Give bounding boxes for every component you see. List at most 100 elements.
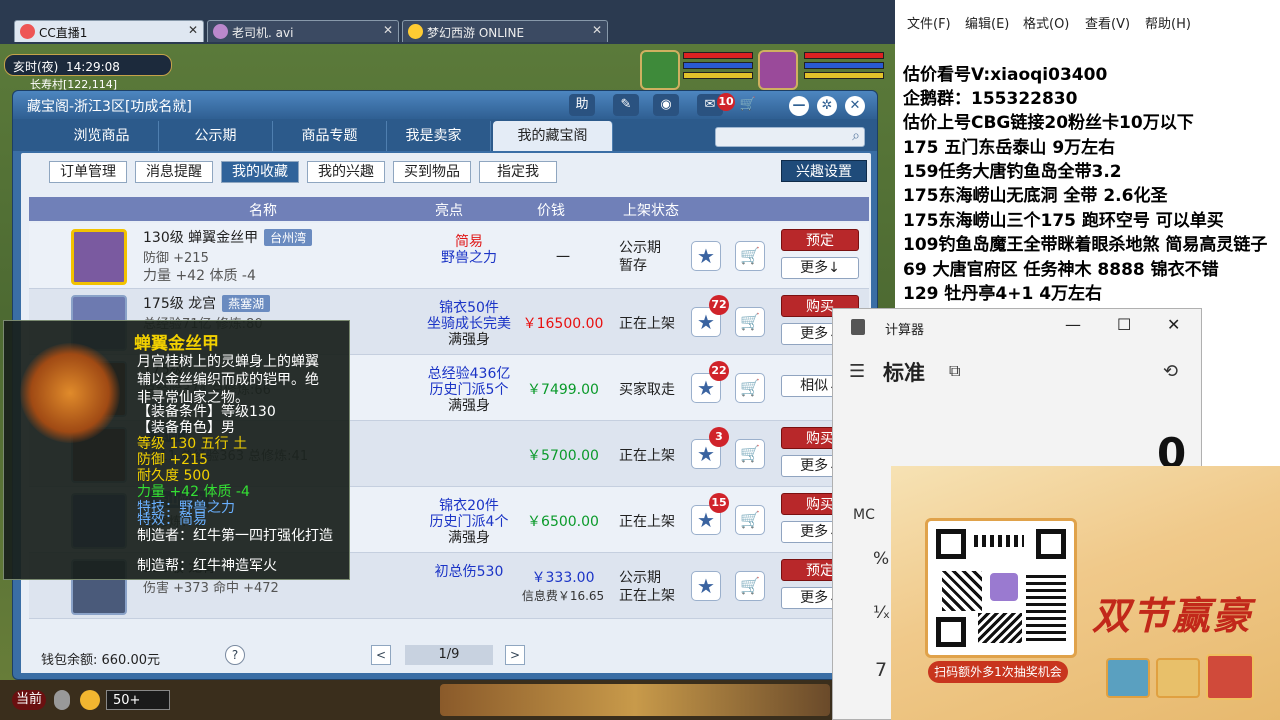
window-title: 藏宝阁-浙江3区[功成名就]	[27, 99, 192, 115]
menu-file[interactable]: 文件(F)	[907, 13, 951, 32]
minimize-icon[interactable]: —	[1065, 315, 1081, 334]
highlight-line: 满强身	[448, 530, 490, 546]
item-tooltip: 蝉翼金丝甲 月宫桂树上的灵蝉身上的蝉翼 辅以金丝编织而成的铠甲。绝 非寻常仙家之…	[3, 320, 350, 580]
tooltip-guild: 制造帮：红牛神造军火	[137, 558, 277, 574]
phone-prize-icon	[1206, 654, 1254, 700]
close-icon[interactable]: ✕	[1167, 315, 1180, 334]
pin-icon[interactable]: ✎	[613, 94, 639, 116]
search-icon[interactable]: ⌕	[852, 128, 860, 144]
history-icon[interactable]: ⟲	[1163, 361, 1178, 382]
table-header: 名称 亮点 价钱 上架状态	[29, 197, 869, 221]
channel-current[interactable]: 当前	[12, 690, 46, 710]
qr-pattern	[942, 571, 982, 611]
listing-status: 公示期	[619, 570, 661, 586]
cart-icon[interactable]: 🛒	[735, 373, 765, 403]
qr-pattern	[1026, 571, 1066, 641]
game-icon	[213, 24, 228, 39]
qr-code	[925, 518, 1077, 658]
search-input[interactable]: ⌕	[715, 127, 865, 147]
menu-help[interactable]: 帮助(H)	[1145, 13, 1191, 32]
stop-icon[interactable]: ◉	[653, 94, 679, 116]
seven-button[interactable]: 7	[875, 659, 887, 681]
close-icon[interactable]: ✕	[188, 23, 198, 37]
tab-video[interactable]: 老司机. avi ✕	[207, 20, 399, 42]
calculator-mode: 标准	[883, 361, 925, 385]
star-icon[interactable]: ★	[691, 241, 721, 271]
percent-button[interactable]: %	[873, 549, 889, 569]
action-button[interactable]: 预定	[781, 229, 859, 251]
tab-cc-live[interactable]: CC直播1 ✕	[14, 20, 204, 42]
item-name-line: 130级 蝉翼金丝甲 台州湾	[143, 227, 313, 247]
pet-exp-bar	[683, 72, 753, 79]
subtab-assigned[interactable]: 指定我	[479, 161, 557, 183]
game-clock: 亥时(夜) 14:29:08	[4, 54, 172, 76]
item-name-line: 175级 龙宫 燕塞湖	[143, 293, 271, 313]
mc-button[interactable]: MC	[853, 507, 875, 523]
cart-icon[interactable]: 🛒	[735, 307, 765, 337]
cart-icon[interactable]: 🛒	[735, 571, 765, 601]
cart-icon[interactable]: 🛒	[735, 94, 761, 116]
keep-on-top-icon[interactable]: ⧉	[949, 361, 960, 381]
help-button[interactable]: 助	[569, 94, 595, 116]
tab-label: CC直播1	[39, 26, 88, 40]
maximize-icon[interactable]: ☐	[1117, 315, 1131, 334]
tab-label: 老司机. avi	[232, 26, 294, 40]
tab-public-period[interactable]: 公示期	[159, 121, 273, 151]
emoji-icon[interactable]	[80, 690, 100, 710]
cc-icon	[20, 24, 35, 39]
note-line: 159任务大唐钓鱼岛全带3.2	[903, 162, 1122, 182]
listing-status: 正在上架	[619, 588, 675, 604]
armor-icon	[20, 343, 120, 443]
next-page-button[interactable]: >	[505, 645, 525, 665]
subtab-notifications[interactable]: 消息提醒	[135, 161, 213, 183]
tab-topics[interactable]: 商品专题	[273, 121, 387, 151]
subtab-bought[interactable]: 买到物品	[393, 161, 471, 183]
tab-seller[interactable]: 我是卖家	[377, 121, 491, 151]
item-name: 130级 蝉翼金丝甲	[143, 230, 259, 246]
listing-status: 公示期	[619, 240, 661, 256]
menu-view[interactable]: 查看(V)	[1085, 13, 1130, 32]
promo-caption: 扫码额外多1次抽奖机会	[928, 661, 1068, 683]
note-line: 175东海崂山无底洞 全带 2.6化圣	[903, 186, 1168, 206]
help-icon[interactable]: ?	[225, 645, 245, 665]
interest-settings-button[interactable]: 兴趣设置	[781, 160, 867, 182]
mic-icon[interactable]	[54, 690, 70, 710]
player-hp-bar	[804, 52, 884, 59]
close-icon[interactable]: ✕	[383, 23, 393, 37]
highlight-line: 满强身	[448, 332, 490, 348]
settings-icon[interactable]: ✲	[817, 96, 837, 116]
player-avatar[interactable]	[758, 50, 798, 90]
tab-browse[interactable]: 浏览商品	[45, 121, 159, 151]
prize-icon	[1156, 658, 1200, 698]
menu-format[interactable]: 格式(O)	[1023, 13, 1069, 32]
prev-page-button[interactable]: <	[371, 645, 391, 665]
table-row[interactable]: 130级 蝉翼金丝甲 台州湾 防御 +215 力量 +42 体质 -4 简易 野兽之力一公…	[29, 223, 869, 289]
item-icon[interactable]	[71, 229, 127, 285]
wallet-balance: 钱包余额: 660.00元	[41, 653, 160, 668]
reciprocal-button[interactable]: ¹⁄ₓ	[873, 603, 890, 623]
favorite-count-badge: 72	[709, 295, 729, 315]
subtab-favorites[interactable]: 我的收藏	[221, 161, 299, 183]
more-button[interactable]: 更多↓	[781, 257, 859, 279]
star-icon[interactable]: ★	[691, 571, 721, 601]
page-indicator: 1/9	[405, 645, 493, 665]
minimize-icon[interactable]: —	[789, 96, 809, 116]
tab-my-pavilion[interactable]: 我的藏宝阁	[493, 121, 613, 151]
favorite-count-badge: 22	[709, 361, 729, 381]
close-icon[interactable]: ✕	[845, 96, 865, 116]
pet-avatar[interactable]	[640, 50, 680, 90]
note-line: 估价上号CBG链接20粉丝卡10万以下	[903, 113, 1194, 133]
menu-icon[interactable]: ☰	[849, 361, 865, 382]
listing-status: 正在上架	[619, 514, 675, 530]
subtab-interests[interactable]: 我的兴趣	[307, 161, 385, 183]
menu-edit[interactable]: 编辑(E)	[965, 13, 1009, 32]
cart-icon[interactable]: 🛒	[735, 439, 765, 469]
message-count-badge: 10	[717, 93, 735, 111]
cart-icon[interactable]: 🛒	[735, 241, 765, 271]
col-highlight: 亮点	[435, 203, 463, 219]
subtab-orders[interactable]: 订单管理	[49, 161, 127, 183]
tab-game[interactable]: 梦幻西游 ONLINE ✕	[402, 20, 608, 42]
close-icon[interactable]: ✕	[592, 23, 602, 37]
cart-icon[interactable]: 🛒	[735, 505, 765, 535]
shortcut-bar[interactable]	[440, 684, 830, 716]
